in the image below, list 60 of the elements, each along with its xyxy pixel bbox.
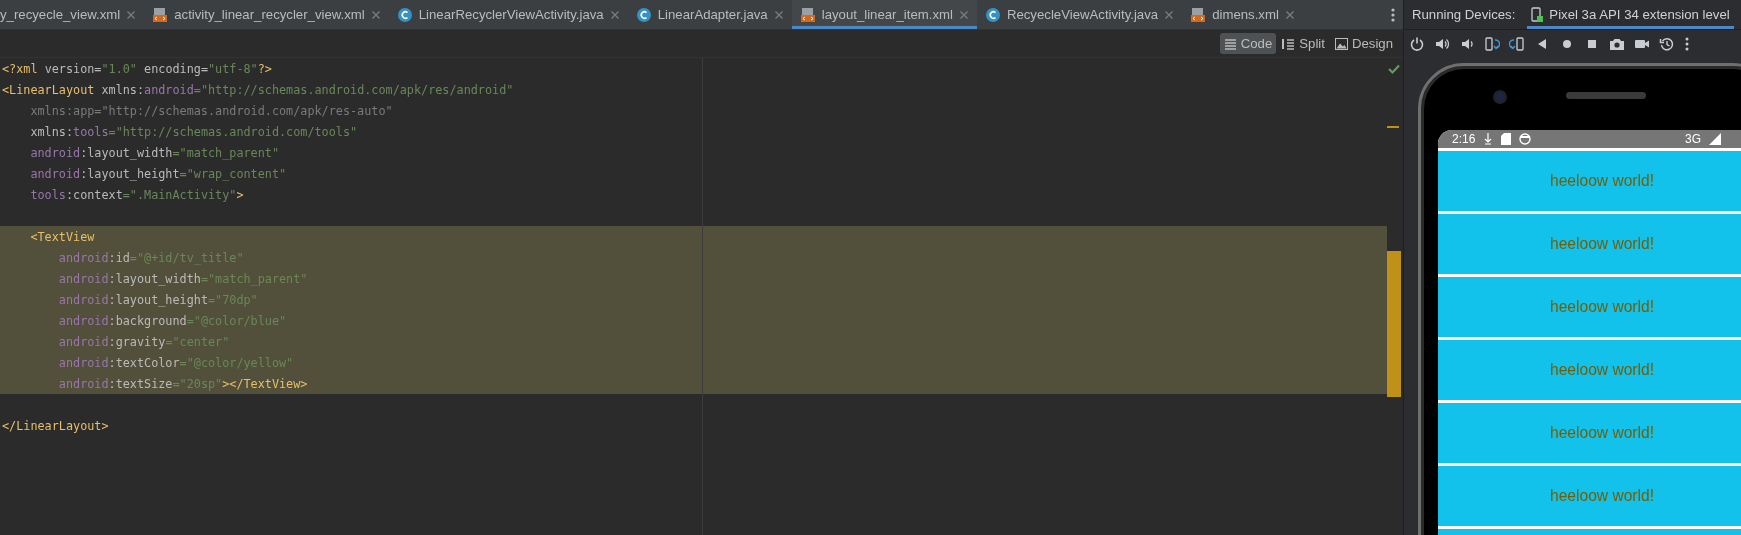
lines-icon bbox=[1223, 37, 1237, 50]
split-view-icon bbox=[1282, 37, 1296, 50]
warning-marker[interactable] bbox=[1387, 126, 1399, 128]
more-icon[interactable] bbox=[1684, 35, 1690, 52]
close-icon[interactable] bbox=[370, 9, 381, 20]
class-icon bbox=[635, 6, 652, 23]
editor-tab[interactable]: activity_linear_recycler_view.xml bbox=[144, 0, 389, 29]
class-icon bbox=[984, 6, 1001, 23]
code-line: </LinearLayout> bbox=[2, 418, 109, 433]
close-icon[interactable] bbox=[773, 9, 784, 20]
power-icon[interactable] bbox=[1409, 35, 1425, 52]
list-item-text: heeloow world! bbox=[1550, 298, 1654, 316]
image-icon bbox=[1334, 37, 1348, 50]
code-line: <?xml version="1.0" encoding="utf-8"?> bbox=[2, 61, 272, 76]
close-icon[interactable] bbox=[1164, 9, 1175, 20]
rotate-right-icon[interactable] bbox=[1509, 35, 1525, 52]
editor-tab[interactable]: layout_linear_item.xml bbox=[791, 0, 977, 29]
history-icon[interactable] bbox=[1659, 35, 1675, 52]
view-mode-button[interactable]: Split bbox=[1278, 33, 1329, 54]
usb-icon bbox=[1483, 133, 1494, 145]
xml-file-icon bbox=[1190, 6, 1207, 23]
panel-label: Running Devices: bbox=[1411, 7, 1517, 22]
xml-file-icon bbox=[799, 6, 816, 23]
class-icon bbox=[396, 6, 413, 23]
code-line: android:textSize="20sp"></TextView> bbox=[57, 376, 308, 391]
signal-icon bbox=[1709, 133, 1721, 145]
close-icon[interactable] bbox=[609, 9, 620, 20]
view-mode-button[interactable]: Design bbox=[1330, 33, 1397, 54]
code-line: tools:context=".MainActivity"> bbox=[29, 187, 244, 202]
list-item-text: heeloow world! bbox=[1550, 361, 1654, 379]
selection-marker[interactable] bbox=[1387, 251, 1401, 397]
more-icon[interactable] bbox=[1391, 7, 1395, 22]
check-icon bbox=[1388, 64, 1400, 74]
editor-tab[interactable]: RecyecleViewActivity.java bbox=[976, 0, 1183, 29]
close-icon[interactable] bbox=[1284, 9, 1295, 20]
sd-card-icon bbox=[1501, 133, 1512, 145]
camera-lens bbox=[1493, 90, 1507, 104]
code-line: xmlns:tools="http://schemas.android.com/tools" bbox=[29, 124, 358, 139]
phone-icon bbox=[1531, 6, 1544, 23]
code-line: android:layout_width="match_parent" bbox=[29, 145, 280, 160]
editor-tab[interactable]: dimens.xml bbox=[1182, 0, 1303, 29]
close-icon[interactable] bbox=[126, 9, 137, 20]
code-line: <TextView bbox=[29, 229, 95, 244]
code-line: android:gravity="center" bbox=[57, 334, 230, 349]
code-line: android:layout_height="wrap_content" bbox=[29, 166, 287, 181]
view-mode-button[interactable]: Code bbox=[1219, 33, 1277, 54]
editor-tab[interactable]: LinearAdapter.java bbox=[627, 0, 792, 29]
device-tab[interactable]: Pixel 3a API 34 extension level bbox=[1527, 0, 1734, 29]
status-time: 2:16 bbox=[1452, 132, 1476, 146]
code-line: xmlns:app="http://schemas.android.com/apk/res-auto" bbox=[29, 103, 393, 118]
list-item-text: heeloow world! bbox=[1550, 487, 1654, 505]
xml-file-icon bbox=[152, 6, 169, 23]
list-item-text: heeloow world! bbox=[1550, 235, 1654, 253]
list-item-text: heeloow world! bbox=[1550, 172, 1654, 190]
editor-tab[interactable]: LinearRecyclerViewActivity.java bbox=[388, 0, 628, 29]
network-type: 3G bbox=[1685, 132, 1701, 146]
rotate-left-icon[interactable] bbox=[1484, 35, 1500, 52]
list-item-text: heeloow world! bbox=[1550, 424, 1654, 442]
code-line: <LinearLayout xmlns:android="http://schemas.android.com/apk/res/android" bbox=[2, 82, 514, 97]
editor-tab[interactable]: y_recyecle_view.xml bbox=[0, 0, 145, 29]
